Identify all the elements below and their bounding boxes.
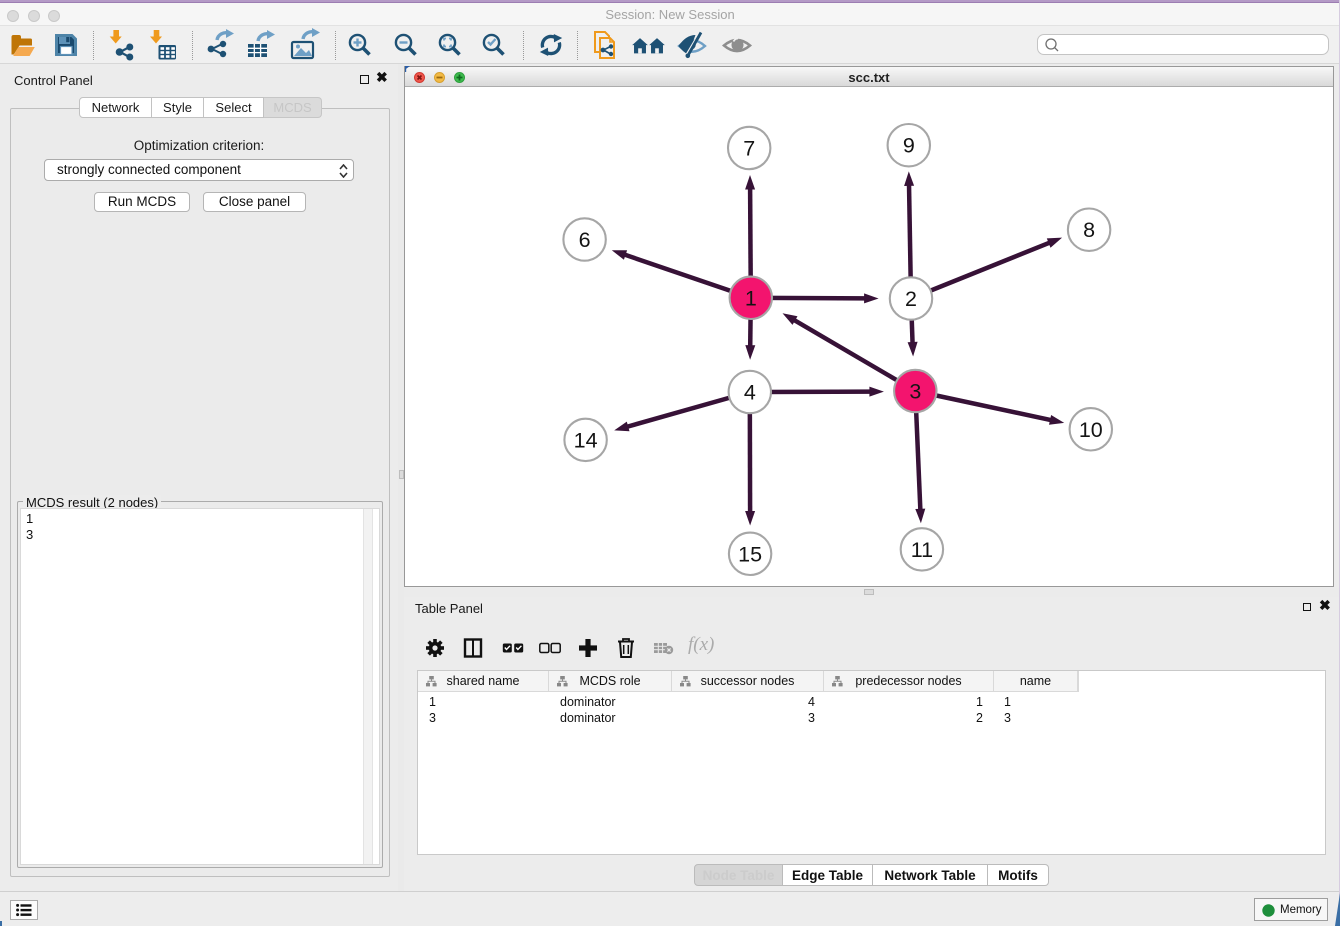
svg-text:11: 11	[911, 538, 933, 562]
svg-text:2: 2	[905, 287, 917, 311]
svg-text:1: 1	[745, 286, 757, 310]
svg-text:9: 9	[903, 134, 915, 158]
svg-text:15: 15	[738, 542, 762, 566]
svg-text:14: 14	[574, 428, 598, 452]
svg-text:10: 10	[1079, 418, 1103, 442]
svg-text:3: 3	[909, 380, 921, 404]
svg-text:7: 7	[743, 137, 755, 161]
svg-text:4: 4	[744, 381, 756, 405]
svg-text:6: 6	[579, 228, 591, 252]
svg-text:8: 8	[1083, 218, 1095, 242]
